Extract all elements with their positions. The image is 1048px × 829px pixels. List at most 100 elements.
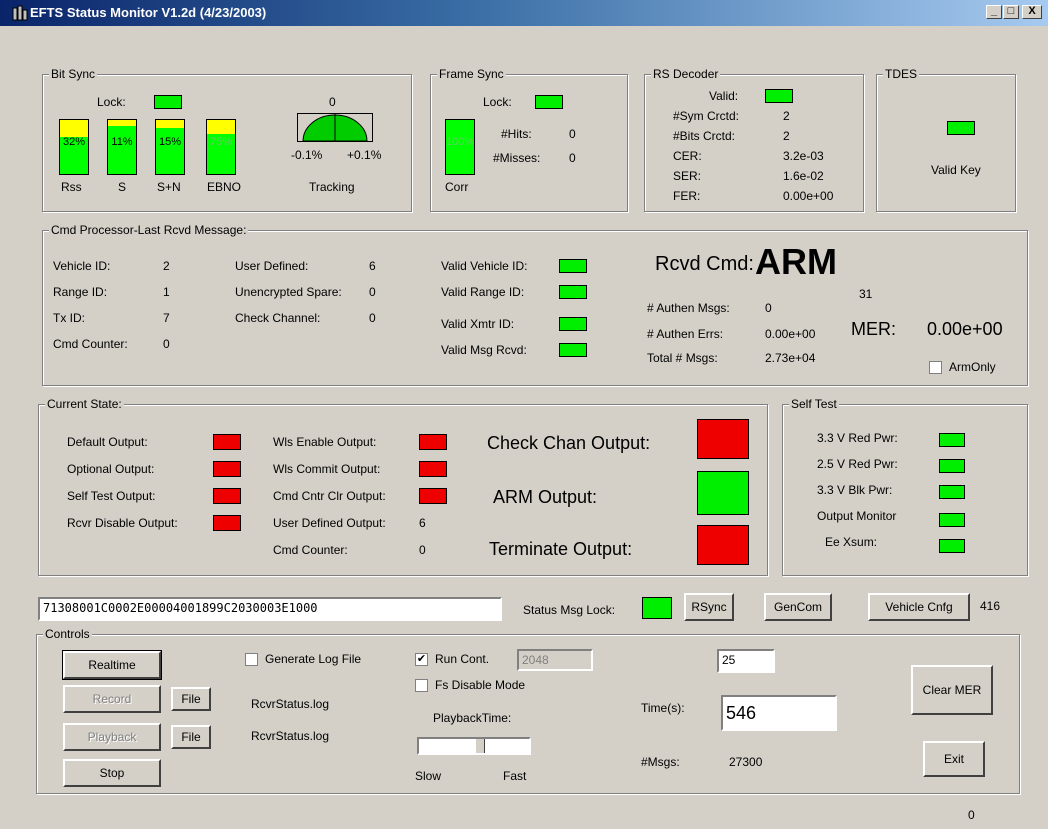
vehicle-id-value: 2 <box>163 259 170 273</box>
rs-row-value: 3.2e-03 <box>783 149 824 163</box>
rs-valid-led <box>765 89 793 103</box>
rs-row-label: FER: <box>673 189 701 203</box>
default-output-label: Default Output: <box>67 435 148 449</box>
rs-row-label: SER: <box>673 169 702 183</box>
state-cmd-counter-label: Cmd Counter: <box>273 543 348 557</box>
record-button[interactable]: Record <box>63 685 161 713</box>
armonly-label: ArmOnly <box>949 360 996 374</box>
playback-time-slider[interactable] <box>417 737 531 755</box>
vehicle-cnfg-button[interactable]: Vehicle Cnfg <box>868 593 970 621</box>
rs-row-value: 2 <box>783 129 790 143</box>
fs-disable-checkbox[interactable] <box>415 679 428 692</box>
misses-value: 0 <box>569 151 576 165</box>
bit-sync-label: Bit Sync <box>49 67 98 81</box>
bit-sync-lock-label: Lock: <box>97 95 126 109</box>
armonly-checkbox[interactable] <box>929 361 942 374</box>
fs-disable-label: Fs Disable Mode <box>435 678 526 692</box>
frame-sync-group: Frame Sync Lock: 100% Corr #Hits: 0 #Mis… <box>430 67 628 212</box>
clear-mer-button[interactable]: Clear MER <box>911 665 993 715</box>
tdes-label: TDES <box>883 67 920 81</box>
ebno-bar: 75% <box>206 119 236 175</box>
gencom-button[interactable]: GenCom <box>764 593 832 621</box>
playback-file-button[interactable]: File <box>171 725 211 749</box>
wls-enable-output-led <box>419 434 447 450</box>
optional-output-label: Optional Output: <box>67 462 155 476</box>
check-channel-value: 0 <box>369 311 376 325</box>
fast-label: Fast <box>503 769 527 783</box>
rs-valid-label: Valid: <box>709 89 739 103</box>
stop-button[interactable]: Stop <box>63 759 161 787</box>
window-title: EFTS Status Monitor V1.2d (4/23/2003) <box>30 5 267 20</box>
vehicle-cnfg-count: 416 <box>980 599 1001 613</box>
frame-lock-led <box>535 95 563 109</box>
cmd-processor-group: Cmd Processor-Last Rcvd Message: Vehicle… <box>42 223 1028 386</box>
rs-row-value: 0.00e+00 <box>783 189 834 203</box>
cmd-cntr-clr-output-label: Cmd Cntr Clr Output: <box>273 489 386 503</box>
tracking-value: 0 <box>329 95 336 109</box>
user-defined-output-label: User Defined Output: <box>273 516 386 530</box>
tracking-label: Tracking <box>309 180 355 194</box>
generate-log-checkbox[interactable] <box>245 653 258 666</box>
wls-commit-output-label: Wls Commit Output: <box>273 462 381 476</box>
run-cont-checkbox[interactable]: ✔ <box>415 653 428 666</box>
rs-decoder-group: RS Decoder Valid: #Sym Crctd: 2 #Bits Cr… <box>644 67 864 212</box>
sn-pct: 15% <box>158 136 182 148</box>
corr-pct: 100% <box>446 136 475 148</box>
slow-label: Slow <box>415 769 442 783</box>
playback-button[interactable]: Playback <box>63 723 161 751</box>
wls-commit-output-led <box>419 461 447 477</box>
status-msg-lock-led <box>642 597 672 619</box>
playback-log-name: RcvrStatus.log <box>251 729 330 743</box>
mer-value: 0.00e+00 <box>927 319 1003 339</box>
range-id-value: 1 <box>163 285 170 299</box>
total-msgs-label: Total # Msgs: <box>647 351 718 365</box>
ebno-label: EBNO <box>207 180 242 194</box>
rcvr-disable-output-led <box>213 515 241 531</box>
valid-range-id-label: Valid Range ID: <box>441 285 525 299</box>
tdes-group: TDES Valid Key <box>876 67 1016 212</box>
authen-errs-value: 0.00e+00 <box>765 327 816 341</box>
time-field[interactable]: 546 <box>721 695 837 731</box>
value-25-field[interactable]: 25 <box>717 649 775 673</box>
frame-lock-label: Lock: <box>483 95 512 109</box>
rcvr-disable-output-label: Rcvr Disable Output: <box>67 516 178 530</box>
check-channel-label: Check Channel: <box>235 311 321 325</box>
minimize-button[interactable]: _ <box>986 5 1002 19</box>
rs-row-label: #Bits Crctd: <box>673 129 736 143</box>
record-file-button[interactable]: File <box>171 687 211 711</box>
status-message-field[interactable]: 71308001C0002E00004001899C2030003E1000 <box>38 597 502 621</box>
rss-bar: 32% <box>59 119 89 175</box>
arm-output-led <box>697 471 749 515</box>
generate-log-label: Generate Log File <box>265 652 362 666</box>
realtime-button[interactable]: Realtime <box>62 650 162 680</box>
msgs-value: 27300 <box>729 755 763 769</box>
run-cont-count-field[interactable]: 2048 <box>517 649 593 671</box>
rsync-button[interactable]: RSync <box>684 593 734 621</box>
wls-enable-output-label: Wls Enable Output: <box>273 435 377 449</box>
valid-vehicle-id-led <box>559 259 587 273</box>
footer-value: 0 <box>968 808 975 822</box>
maximize-button[interactable]: □ <box>1003 5 1019 19</box>
misses-label: #Misses: <box>493 151 541 165</box>
bit-sync-lock-led <box>154 95 182 109</box>
self-test-row-label: 3.3 V Red Pwr: <box>817 431 898 445</box>
self-test-output-led <box>213 488 241 504</box>
rs-row-label: CER: <box>673 149 702 163</box>
corr-bar: 100% <box>445 119 475 175</box>
current-state-group: Current State: Default Output: Optional … <box>38 397 768 576</box>
app-icon <box>12 5 28 21</box>
rs-row-value: 1.6e-02 <box>783 169 824 183</box>
user-defined-value: 6 <box>369 259 376 273</box>
sn-bar: 15% <box>155 119 185 175</box>
rcvd-cmd-number: 31 <box>859 287 873 301</box>
rss-label: Rss <box>61 180 82 194</box>
valid-msg-rcvd-label: Valid Msg Rcvd: <box>441 343 527 357</box>
title-bar[interactable]: EFTS Status Monitor V1.2d (4/23/2003) _ … <box>0 0 1048 26</box>
slider-thumb[interactable] <box>475 739 485 753</box>
exit-button[interactable]: Exit <box>923 741 985 777</box>
self-test-row-label: 3.3 V Blk Pwr: <box>817 483 893 497</box>
close-button[interactable]: X <box>1022 5 1042 19</box>
s-bar: 11% <box>107 119 137 175</box>
msgs-label: #Msgs: <box>641 755 680 769</box>
rcvd-cmd-value: ARM <box>755 241 837 282</box>
